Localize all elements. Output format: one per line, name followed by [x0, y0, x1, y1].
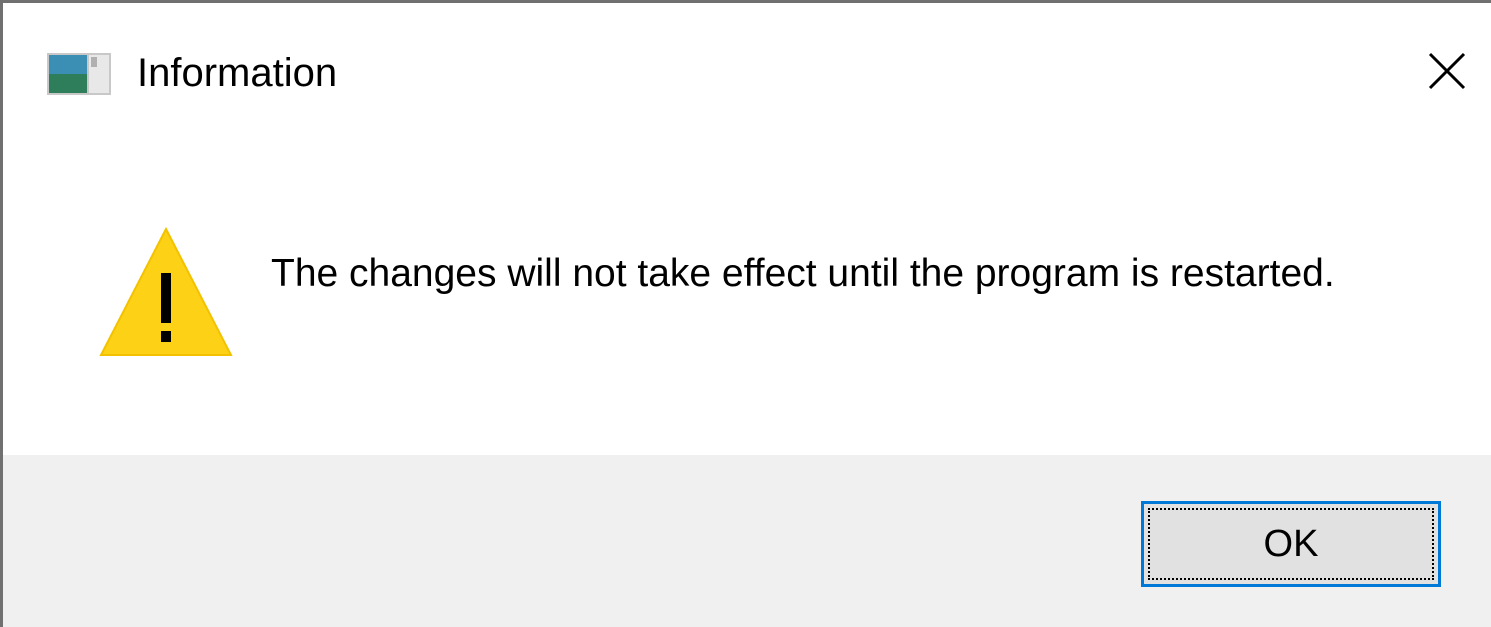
ok-button-label: OK [1148, 508, 1434, 580]
close-button[interactable] [1415, 43, 1479, 103]
ok-button[interactable]: OK [1141, 501, 1441, 587]
information-dialog: Information The changes will not take ef… [0, 0, 1491, 627]
warning-icon [99, 226, 233, 361]
title-bar[interactable]: Information [3, 3, 1491, 143]
window-title: Information [137, 51, 338, 95]
button-bar: OK [3, 455, 1491, 627]
close-icon [1427, 51, 1467, 96]
message-area: The changes will not take effect until t… [3, 143, 1491, 455]
app-window-icon [47, 53, 111, 95]
message-text: The changes will not take effect until t… [271, 252, 1335, 295]
